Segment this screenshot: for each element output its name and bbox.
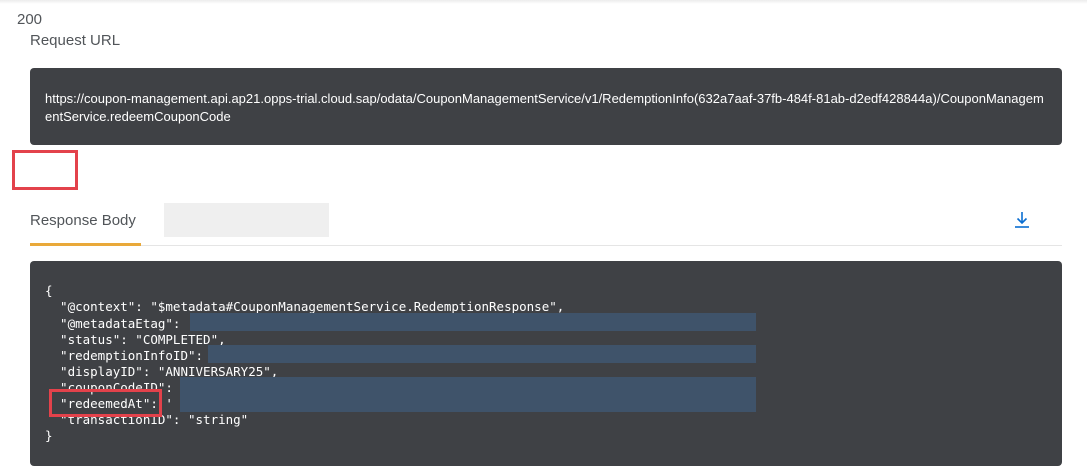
header-shadow [0, 0, 1087, 4]
download-icon [1015, 212, 1029, 228]
request-url-label: Request URL [30, 32, 121, 49]
download-button[interactable] [1010, 208, 1034, 232]
redacted-metadata-etag [190, 313, 756, 331]
redacted-tab [164, 203, 329, 237]
json-line: "@metadataEtag": [45, 316, 188, 331]
json-line: "redemptionInfoID": [45, 348, 211, 363]
tab-response-body-label: Response Body [30, 212, 136, 229]
json-line: } [45, 428, 53, 443]
json-line: { [45, 283, 53, 298]
request-url-text: https://coupon-management.api.ap21.opps-… [45, 91, 1044, 124]
request-url-box: https://coupon-management.api.ap21.opps-… [30, 68, 1062, 145]
response-tab-bar: Response Body [30, 200, 1062, 246]
redacted-coupon-code-and-date [180, 377, 756, 412]
status-code: 200 [17, 11, 43, 28]
json-line: "status": "COMPLETED", [45, 332, 226, 347]
redacted-redemption-info-id [208, 345, 756, 363]
redeemed-at-highlight [49, 389, 162, 417]
tab-response-body[interactable]: Response Body [30, 200, 141, 246]
status-code-highlight [12, 150, 78, 190]
response-body-code: { "@context": "$metadata#CouponManagemen… [30, 261, 1062, 466]
